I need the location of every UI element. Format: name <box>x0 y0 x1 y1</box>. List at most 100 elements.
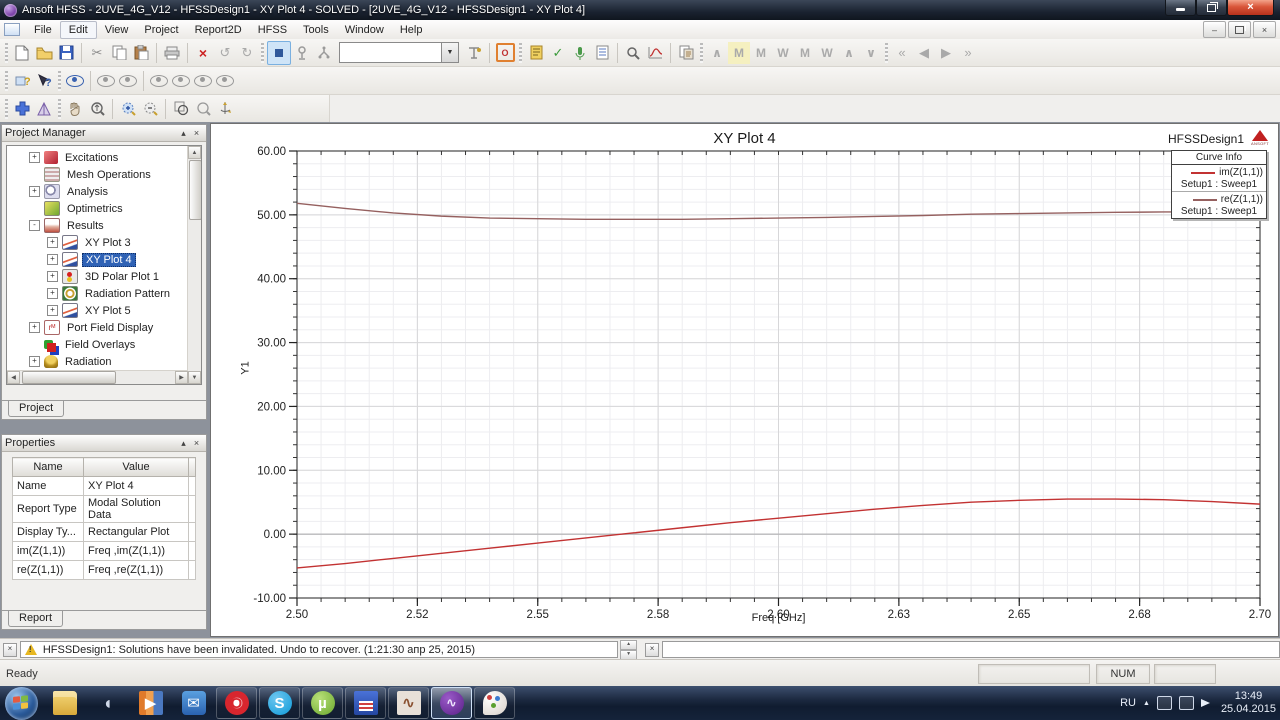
menu-hfss[interactable]: HFSS <box>250 22 295 38</box>
mdi-close-button[interactable]: × <box>1253 21 1276 38</box>
optimetrics-icon[interactable]: O <box>494 42 516 64</box>
solution-data-icon[interactable] <box>591 42 613 64</box>
combo-dropdown-icon[interactable]: ▼ <box>441 43 458 62</box>
menu-window[interactable]: Window <box>337 22 392 38</box>
taskbar-media-player[interactable]: ▶ <box>130 687 171 719</box>
zoom-fit-icon[interactable] <box>192 98 214 120</box>
zoom-normal-icon[interactable] <box>86 98 108 120</box>
nav-last-icon[interactable]: » <box>957 42 979 64</box>
taskbar-floppy-app[interactable] <box>345 687 386 719</box>
solution-setup-icon[interactable] <box>267 41 291 65</box>
validate-icon[interactable]: ✓ <box>547 42 569 64</box>
properties-header[interactable]: Properties ▴ × <box>2 435 206 452</box>
tree-item-xy-plot-5[interactable]: +XY Plot 5 <box>7 302 201 319</box>
rotate-axes-icon[interactable] <box>214 98 236 120</box>
expand-icon[interactable]: + <box>47 254 58 265</box>
nav-prev-icon[interactable]: ◀ <box>913 42 935 64</box>
menu-project[interactable]: Project <box>136 22 186 38</box>
minimize-button[interactable] <box>1165 0 1196 16</box>
scroll-thumb[interactable] <box>22 371 116 384</box>
taskbar-ansoft-hfss[interactable]: ∿ <box>431 687 472 719</box>
xy-plot-canvas[interactable]: 2.502.522.552.582.602.632.652.682.7060.0… <box>211 124 1278 636</box>
expand-icon[interactable]: + <box>47 271 58 282</box>
scroll-right-icon[interactable]: ▶ <box>175 371 188 384</box>
collapse-icon[interactable]: - <box>29 220 40 231</box>
variables-icon[interactable] <box>463 42 485 64</box>
column-header-value[interactable]: Value <box>84 458 189 477</box>
trace-wave-5-icon[interactable]: M <box>794 42 816 64</box>
trace-wave-2-icon[interactable]: M <box>728 42 750 64</box>
cut-icon[interactable]: ✂ <box>86 42 108 64</box>
tree-horizontal-scrollbar[interactable]: ◀ ▶ <box>7 370 188 384</box>
help-pin-icon[interactable]: ? <box>11 70 33 92</box>
show-all-icon[interactable] <box>117 70 139 92</box>
tree-item-excitations[interactable]: +Excitations <box>7 149 201 166</box>
zoom-out-icon[interactable] <box>139 98 161 120</box>
panel-close-icon[interactable]: × <box>190 128 203 138</box>
close-button[interactable]: × <box>1227 0 1274 16</box>
tree-item-results[interactable]: -Results <box>7 217 201 234</box>
taskbar-model-window[interactable]: ∿ <box>388 687 429 719</box>
trace-wave-3-icon[interactable]: M <box>750 42 772 64</box>
tray-clock[interactable]: 13:49 25.04.2015 <box>1221 690 1276 715</box>
design-combo[interactable]: ▼ <box>339 42 459 63</box>
start-button[interactable] <box>5 687 38 720</box>
tree-vertical-scrollbar[interactable]: ▲ ▼ <box>187 146 201 384</box>
tree-item-mesh-operations[interactable]: Mesh Operations <box>7 166 201 183</box>
tab-project[interactable]: Project <box>8 401 64 417</box>
taskbar-mail[interactable]: ✉ <box>173 687 214 719</box>
expand-icon[interactable]: + <box>29 322 40 333</box>
sweep-setup-icon[interactable] <box>313 42 335 64</box>
trace-wave-8-icon[interactable]: ∨ <box>860 42 882 64</box>
menu-file[interactable]: File <box>26 22 60 38</box>
scroll-thumb[interactable] <box>189 160 202 220</box>
pan-hand-icon[interactable] <box>64 98 86 120</box>
project-manager-header[interactable]: Project Manager ▴ × <box>2 125 206 142</box>
paste-icon[interactable] <box>130 42 152 64</box>
taskbar-skype[interactable]: S <box>259 687 300 719</box>
visibility-4-icon[interactable] <box>214 70 236 92</box>
plot-curve-icon[interactable] <box>644 42 666 64</box>
trace-wave-6-icon[interactable]: W <box>816 42 838 64</box>
tray-expand-icon[interactable]: ▲ <box>1143 700 1150 707</box>
menu-tools[interactable]: Tools <box>295 22 337 38</box>
legend[interactable]: Curve Info im(Z(1,1)) Setup1 : Sweep1 re… <box>1171 150 1267 219</box>
table-row[interactable]: re(Z(1,1))Freq ,re(Z(1,1)) <box>13 561 196 580</box>
title-bar[interactable]: Ansoft HFSS - 2UVE_4G_V12 - HFSSDesign1 … <box>0 0 1280 20</box>
message-spinner[interactable]: ▲ ▼ <box>620 640 637 660</box>
taskbar-paint[interactable] <box>474 687 515 719</box>
tree-item-xy-plot-3[interactable]: +XY Plot 3 <box>7 234 201 251</box>
xy-plot-window[interactable]: 2.502.522.552.582.602.632.652.682.7060.0… <box>210 123 1279 637</box>
menu-report2d[interactable]: Report2D <box>187 22 250 38</box>
tree-item-field-overlays[interactable]: Field Overlays <box>7 336 201 353</box>
legend-entry-re[interactable]: re(Z(1,1)) Setup1 : Sweep1 <box>1172 191 1266 218</box>
mdi-restore-button[interactable] <box>1228 21 1251 38</box>
tree-item-xy-plot-4[interactable]: +XY Plot 4 <box>7 251 201 268</box>
restore-button[interactable] <box>1196 0 1227 16</box>
nav-first-icon[interactable]: « <box>891 42 913 64</box>
analyze-icon[interactable] <box>569 42 591 64</box>
hide-selected-icon[interactable] <box>95 70 117 92</box>
scroll-up-icon[interactable]: ▲ <box>188 146 201 159</box>
expand-icon[interactable]: + <box>47 288 58 299</box>
nav-next-icon[interactable]: ▶ <box>935 42 957 64</box>
expand-icon[interactable]: + <box>47 305 58 316</box>
tab-report[interactable]: Report <box>8 611 63 627</box>
new-icon[interactable] <box>11 42 33 64</box>
visibility-2-icon[interactable] <box>170 70 192 92</box>
panel-pin-icon[interactable]: ▴ <box>177 128 190 139</box>
redo-icon[interactable]: ↻ <box>236 42 258 64</box>
mdi-minimize-button[interactable]: – <box>1203 21 1226 38</box>
zoom-window-icon[interactable] <box>170 98 192 120</box>
message-close-icon[interactable]: × <box>3 643 17 657</box>
expand-icon[interactable]: + <box>47 237 58 248</box>
messages-icon[interactable] <box>525 42 547 64</box>
zoom-magnifier-icon[interactable] <box>622 42 644 64</box>
mdi-system-icon[interactable] <box>4 23 20 36</box>
taskbar-explorer[interactable] <box>44 687 85 719</box>
table-row[interactable]: im(Z(1,1))Freq ,im(Z(1,1)) <box>13 542 196 561</box>
open-icon[interactable] <box>33 42 55 64</box>
tree-item-port-field-display[interactable]: +rᴹPort Field Display <box>7 319 201 336</box>
tree-item-radiation[interactable]: +Radiation <box>7 353 201 370</box>
trace-wave-4-icon[interactable]: W <box>772 42 794 64</box>
